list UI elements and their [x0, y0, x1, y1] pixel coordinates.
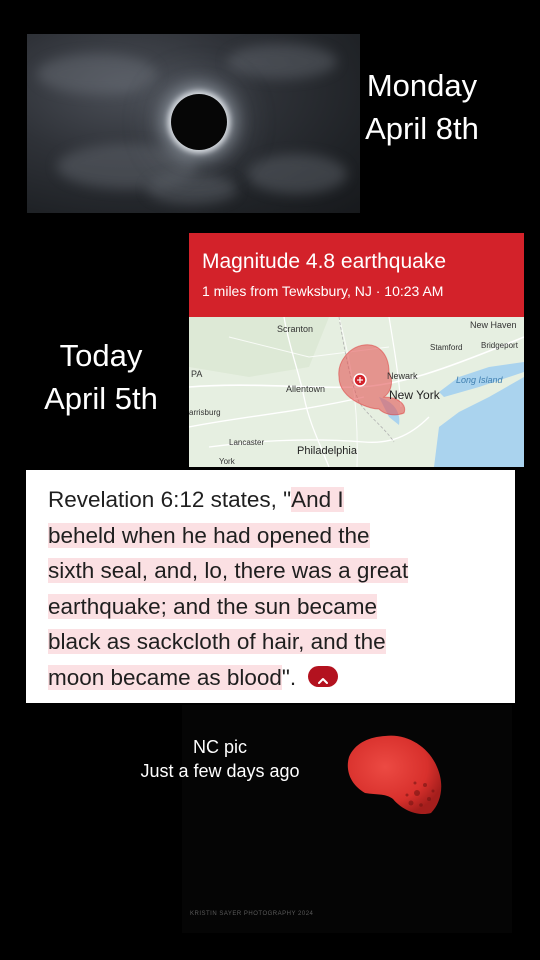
map-label-new-haven: New Haven: [470, 320, 517, 330]
verse-line-2: beheld when he had opened the: [48, 522, 370, 548]
eclipsed-sun: [171, 94, 227, 150]
eclipse-date: April 8th: [365, 111, 479, 146]
eclipse-date-caption: Monday April 8th: [352, 64, 492, 150]
eclipse-day: Monday: [366, 68, 478, 103]
verse-line-6: moon became as blood: [48, 664, 282, 690]
chevron-up-icon: [318, 678, 329, 685]
map-label-philadelphia: Philadelphia: [297, 445, 358, 457]
map-label-york: York: [219, 457, 236, 466]
moon-caption: NC pic Just a few days ago: [120, 735, 320, 783]
map-label-stamford: Stamford: [430, 343, 462, 352]
earthquake-subtitle: 1 miles from Tewksbury, NJ · 10:23 AM: [202, 283, 444, 299]
earthquake-map[interactable]: Scranton New Haven Stamford Bridgeport P…: [189, 317, 524, 467]
today-date: April 5th: [44, 381, 158, 416]
map-label-scranton: Scranton: [277, 324, 313, 334]
moon-caption-line-2: Just a few days ago: [140, 761, 300, 781]
verse-prefix: Revelation 6:12 states, ": [48, 487, 292, 512]
earthquake-header: Magnitude 4.8 earthquake 1 miles from Te…: [189, 233, 524, 317]
today-label: Today: [59, 338, 143, 373]
earthquake-card[interactable]: Magnitude 4.8 earthquake 1 miles from Te…: [189, 233, 524, 467]
verse-suffix: ".: [281, 664, 297, 690]
photo-watermark: KRISTIN SAYER PHOTOGRAPHY 2024: [190, 911, 314, 917]
red-moon: [347, 735, 442, 815]
verse-line-1: And I: [291, 487, 344, 512]
map-label-long-island: Long Island: [456, 375, 504, 385]
moon-caption-line-1: NC pic: [192, 737, 247, 757]
map-label-harrisburg: arrisburg: [189, 408, 221, 417]
map-label-newark: Newark: [387, 371, 418, 381]
verse-text: Revelation 6:12 states, "And I beheld wh…: [48, 482, 508, 695]
eclipse-photo: [27, 34, 360, 213]
map-label-lancaster: Lancaster: [229, 438, 264, 447]
collapse-button[interactable]: [308, 666, 339, 688]
verse-line-5: black as sackcloth of hair, and the: [48, 629, 386, 654]
map-label-allentown: Allentown: [286, 384, 325, 394]
map-label-new-york: New York: [389, 388, 441, 402]
verse-line-3: sixth seal, and, lo, there was a great: [48, 558, 409, 583]
verse-card: Revelation 6:12 states, "And I beheld wh…: [26, 470, 515, 703]
epicenter-marker[interactable]: [353, 373, 367, 387]
verse-line-4: earthquake; and the sun became: [48, 593, 377, 619]
map-label-bridgeport: Bridgeport: [481, 341, 519, 350]
map-label-pa: PA: [191, 369, 202, 379]
today-caption: Today April 5th: [26, 334, 176, 420]
earthquake-title: Magnitude 4.8 earthquake: [202, 250, 447, 273]
